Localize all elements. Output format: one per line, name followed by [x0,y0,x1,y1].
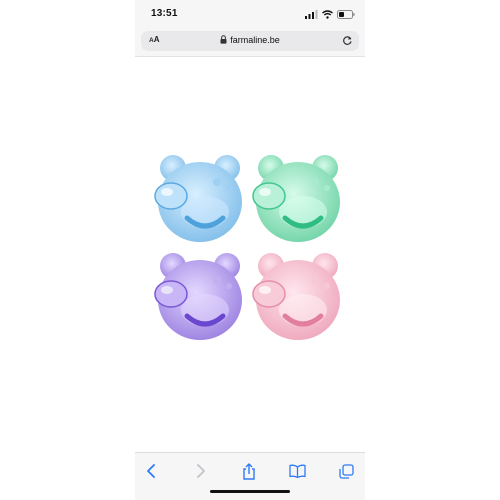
screenshot-page: 13:51 AA farmaline.be [0,0,500,500]
back-icon [147,464,155,478]
pacifier-pink [252,253,340,340]
lock-icon [220,35,227,44]
pacifier-blue [154,155,242,242]
bookmarks-icon [288,464,306,478]
signal-icon [305,9,318,19]
reload-icon[interactable] [342,35,353,46]
wifi-icon [322,9,333,19]
tabs-icon [338,463,354,479]
address-area: AA farmaline.be [135,28,365,57]
url-field[interactable]: farmaline.be [141,35,359,45]
status-icons [305,9,355,19]
url-text: farmaline.be [230,35,280,45]
home-indicator[interactable] [210,490,290,493]
status-time: 13:51 [151,8,178,19]
share-button[interactable] [237,461,261,481]
forward-icon [197,464,205,478]
product-image[interactable] [153,152,347,352]
forward-button[interactable] [189,461,213,481]
share-icon [243,462,255,480]
tabs-button[interactable] [334,461,358,481]
phone-screen: 13:51 AA farmaline.be [135,0,365,500]
pacifier-purple [154,253,242,340]
back-button[interactable] [139,461,163,481]
pacifier-green [252,155,340,242]
battery-icon [337,9,355,19]
address-bar[interactable]: AA farmaline.be [141,31,359,51]
status-bar: 13:51 [135,0,365,28]
web-content[interactable] [135,57,365,450]
bookmarks-button[interactable] [285,461,309,481]
